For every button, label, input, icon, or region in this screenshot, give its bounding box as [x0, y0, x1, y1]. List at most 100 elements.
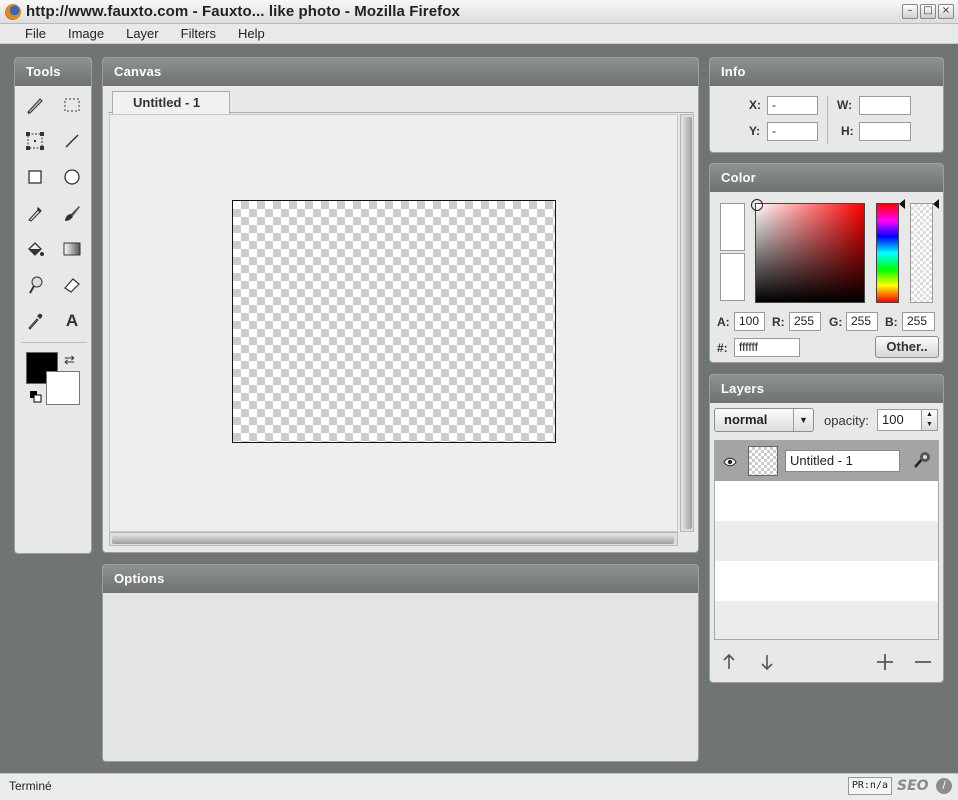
tools-panel-title: Tools [15, 58, 91, 86]
options-body [103, 593, 698, 761]
empty-layer-row [715, 481, 938, 521]
layers-panel-title: Layers [710, 375, 943, 403]
empty-layer-row [715, 601, 938, 639]
seo-icon[interactable]: SEO [897, 777, 931, 795]
text-icon[interactable]: A [61, 310, 83, 332]
horizontal-scrollbar[interactable] [109, 532, 678, 546]
chevron-down-icon[interactable]: ▼ [793, 409, 813, 431]
pencil-icon[interactable] [24, 94, 46, 116]
blend-mode-value: normal [724, 412, 768, 427]
line-icon[interactable] [61, 130, 83, 152]
menu-filters[interactable]: Filters [170, 24, 227, 43]
h-label: H: [841, 124, 854, 138]
delete-layer-icon[interactable] [913, 652, 933, 672]
spin-up-icon[interactable]: ▲ [922, 410, 937, 420]
empty-layer-row [715, 521, 938, 561]
color-panel: Color A: 100 R: 255 G: 255 B: 255 #: fff… [709, 163, 944, 363]
eraser-icon[interactable] [61, 274, 83, 296]
canvas-work-area[interactable] [109, 114, 678, 532]
canvas-panel: Canvas Untitled - 1 [102, 57, 699, 553]
opacity-stepper[interactable]: ▲ ▼ [921, 409, 938, 431]
color-picker-icon[interactable] [24, 310, 46, 332]
reset-colors-icon[interactable] [29, 390, 43, 404]
saturation-value-picker[interactable] [755, 203, 865, 303]
options-panel-title: Options [103, 565, 698, 593]
eye-icon[interactable] [723, 455, 737, 467]
current-color-swatch [720, 203, 745, 251]
horizontal-scroll-thumb[interactable] [112, 534, 674, 544]
alpha-label: A: [717, 315, 730, 329]
close-button[interactable]: × [938, 4, 954, 19]
maximize-button[interactable]: □ [920, 4, 936, 19]
document-tab[interactable]: Untitled - 1 [112, 91, 230, 114]
green-field[interactable]: 255 [846, 312, 878, 331]
stop-icon[interactable]: / [936, 778, 952, 794]
smudge-icon[interactable] [24, 274, 46, 296]
background-color-swatch[interactable] [46, 371, 80, 405]
vertical-scrollbar[interactable] [680, 114, 694, 532]
color-panel-title: Color [710, 164, 943, 192]
x-label: X: [749, 98, 761, 112]
y-field: - [767, 122, 818, 141]
h-field [859, 122, 911, 141]
opacity-label: opacity: [824, 413, 869, 428]
blue-field[interactable]: 255 [902, 312, 935, 331]
menu-image[interactable]: Image [57, 24, 115, 43]
hex-field[interactable]: ffffff [734, 338, 800, 357]
alpha-field[interactable]: 100 [734, 312, 765, 331]
window-titlebar: http://www.fauxto.com - Fauxto... like p… [0, 0, 958, 24]
previous-color-swatch[interactable] [720, 253, 745, 301]
spin-down-icon[interactable]: ▼ [922, 420, 937, 430]
document-canvas[interactable] [232, 200, 556, 443]
move-up-icon[interactable] [719, 652, 739, 672]
add-layer-icon[interactable] [875, 652, 895, 672]
blend-mode-select[interactable]: normal ▼ [714, 408, 814, 432]
opacity-field[interactable]: 100 [877, 409, 922, 431]
rect-select-icon[interactable] [61, 94, 83, 116]
red-field[interactable]: 255 [789, 312, 821, 331]
ellipse-icon[interactable] [61, 166, 83, 188]
blue-label: B: [885, 315, 898, 329]
empty-layer-row [715, 561, 938, 601]
layer-name-field[interactable]: Untitled - 1 [785, 450, 900, 472]
pagerank-badge[interactable]: PR:n/a [847, 777, 892, 795]
w-field [859, 96, 911, 115]
crop-icon[interactable] [24, 130, 46, 152]
status-text: Terminé [9, 779, 52, 793]
canvas-panel-title: Canvas [103, 58, 698, 86]
eyedropper-icon[interactable] [24, 202, 46, 224]
color-picker-cursor[interactable] [751, 199, 763, 211]
alpha-marker-icon[interactable] [933, 199, 939, 209]
green-label: G: [829, 315, 843, 329]
info-panel-title: Info [710, 58, 943, 86]
options-panel: Options [102, 564, 699, 762]
move-down-icon[interactable] [757, 652, 777, 672]
alpha-slider[interactable] [910, 203, 933, 303]
minimize-button[interactable]: – [902, 4, 918, 19]
layer-row[interactable]: Untitled - 1 [715, 441, 938, 481]
swap-colors-icon[interactable]: ⇄ [64, 352, 75, 368]
layers-panel: Layers normal ▼ opacity: 100 ▲ ▼ Untitle… [709, 374, 944, 683]
menu-layer[interactable]: Layer [115, 24, 170, 43]
hex-label: #: [717, 341, 728, 355]
hue-slider[interactable] [876, 203, 899, 303]
layer-thumbnail [748, 446, 778, 476]
menu-help[interactable]: Help [227, 24, 276, 43]
paint-bucket-icon[interactable] [24, 238, 46, 260]
rectangle-icon[interactable] [24, 166, 46, 188]
w-label: W: [837, 98, 853, 112]
brush-icon[interactable] [61, 202, 83, 224]
layer-properties-icon[interactable] [912, 450, 932, 470]
firefox-icon [5, 3, 21, 20]
document-tabbar: Untitled - 1 [108, 91, 694, 114]
hue-marker-icon[interactable] [899, 199, 905, 209]
other-color-button[interactable]: Other.. [875, 336, 939, 358]
gradient-icon[interactable] [61, 238, 83, 260]
vertical-scroll-thumb[interactable] [682, 117, 692, 529]
info-divider [827, 96, 828, 144]
info-panel: Info X: - Y: - W: H: [709, 57, 944, 153]
tools-panel: Tools A ⇄ [14, 57, 92, 554]
red-label: R: [772, 315, 785, 329]
x-field: - [767, 96, 818, 115]
menu-file[interactable]: File [14, 24, 57, 43]
